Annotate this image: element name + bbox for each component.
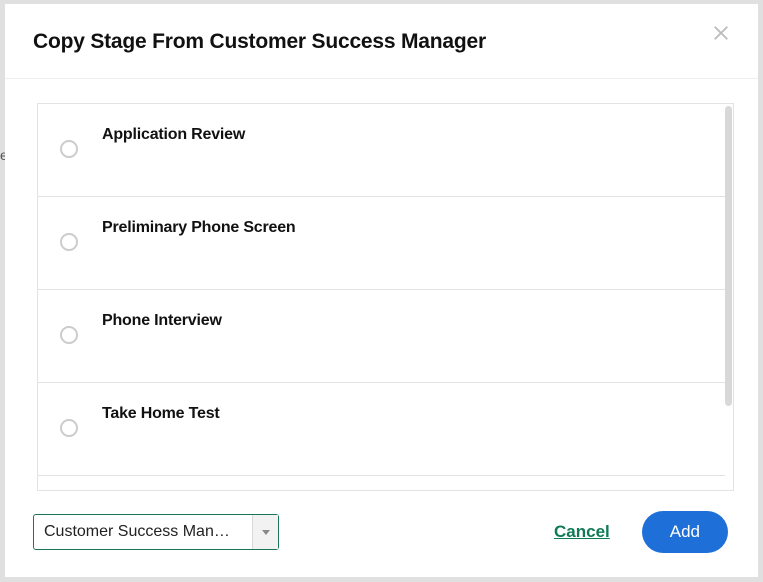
stage-item-application-review[interactable]: Application Review (38, 104, 725, 197)
modal-title: Copy Stage From Customer Success Manager (33, 30, 486, 54)
stage-item-phone-interview[interactable]: Phone Interview (38, 290, 725, 383)
stage-label: Application Review (102, 126, 245, 144)
radio-icon[interactable] (60, 419, 78, 437)
modal-header: Copy Stage From Customer Success Manager (5, 4, 758, 79)
modal-footer: Customer Success Man… Cancel Add (5, 491, 758, 577)
stage-label: Preliminary Phone Screen (102, 219, 296, 237)
cancel-button[interactable]: Cancel (554, 522, 610, 542)
stage-list: Application Review Preliminary Phone Scr… (38, 104, 725, 490)
scrollbar[interactable] (725, 104, 733, 490)
add-button[interactable]: Add (642, 511, 728, 553)
radio-icon[interactable] (60, 326, 78, 344)
stage-item-face-to-face[interactable]: Face to Face (38, 476, 725, 490)
close-button[interactable] (712, 24, 730, 44)
radio-icon[interactable] (60, 233, 78, 251)
stage-label: Phone Interview (102, 312, 222, 330)
radio-icon[interactable] (60, 140, 78, 158)
modal-body: Application Review Preliminary Phone Scr… (5, 79, 758, 491)
stage-list-container: Application Review Preliminary Phone Scr… (37, 103, 734, 491)
dropdown-label: Customer Success Man… (34, 523, 252, 541)
stage-label: Take Home Test (102, 405, 220, 423)
source-job-dropdown[interactable]: Customer Success Man… (33, 514, 279, 550)
footer-actions: Cancel Add (554, 511, 728, 553)
scrollbar-thumb[interactable] (725, 106, 732, 406)
stage-item-preliminary-phone-screen[interactable]: Preliminary Phone Screen (38, 197, 725, 290)
stage-item-take-home-test[interactable]: Take Home Test (38, 383, 725, 476)
dropdown-caret (252, 515, 278, 549)
copy-stage-modal: Copy Stage From Customer Success Manager… (5, 4, 758, 577)
close-icon (712, 24, 730, 42)
chevron-down-icon (262, 530, 270, 535)
